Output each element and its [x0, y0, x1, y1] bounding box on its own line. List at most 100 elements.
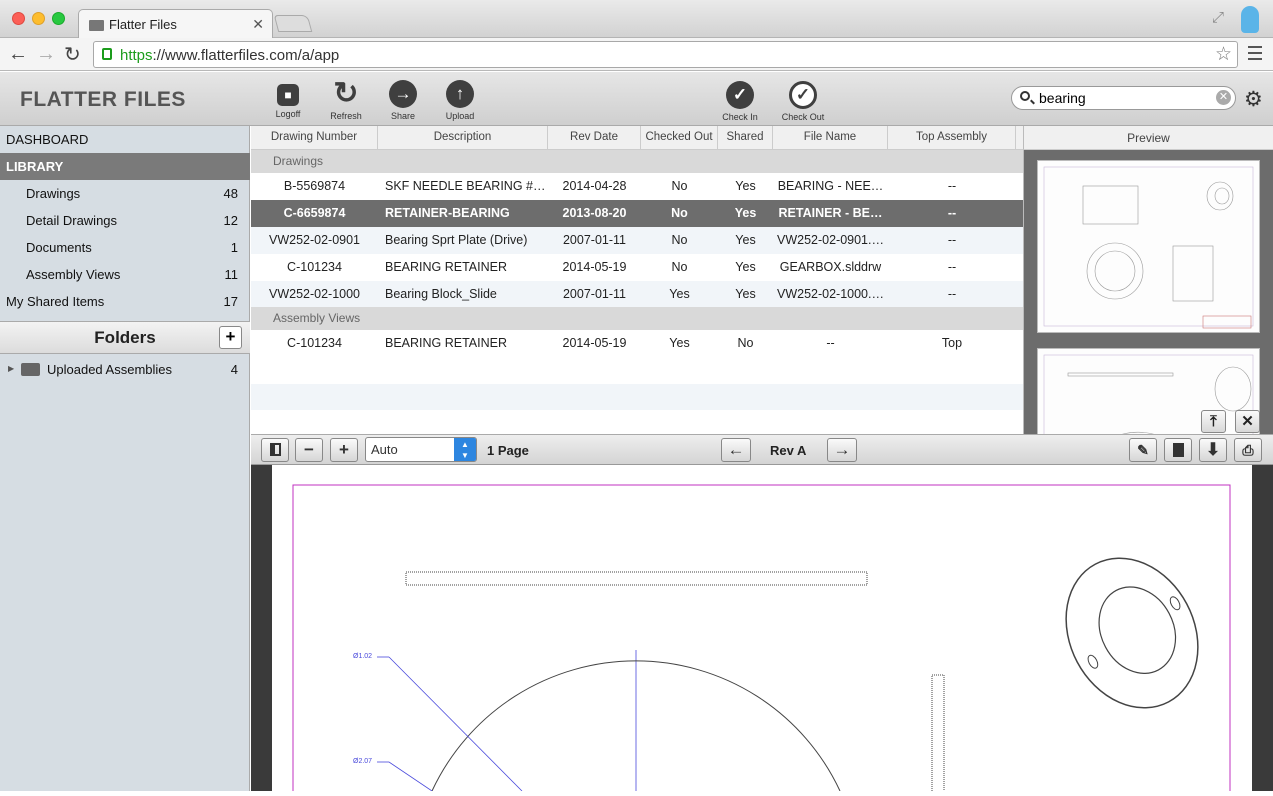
- next-rev-button[interactable]: →: [827, 438, 857, 462]
- column-file-name[interactable]: File Name: [773, 126, 888, 150]
- sidebar-item-label: Assembly Views: [26, 267, 121, 282]
- cell-description: Bearing Sprt Plate (Drive): [385, 233, 528, 247]
- download-button[interactable]: ⬇: [1199, 438, 1227, 462]
- close-tab-icon[interactable]: ✕: [252, 16, 264, 33]
- url-path: ://www.flatterfiles.com/a/app: [152, 47, 340, 64]
- clear-search-icon[interactable]: ✕: [1216, 90, 1231, 105]
- folder-icon: [89, 20, 104, 31]
- share-button[interactable]: → Share: [373, 80, 433, 121]
- sidebar-library-label: LIBRARY: [6, 159, 64, 174]
- sidebar-item-shared[interactable]: My Shared Items 17: [0, 288, 250, 315]
- check-outline-icon: ✓: [789, 81, 817, 109]
- document-icon: [1172, 443, 1184, 457]
- cell-rev-date: 2013-08-20: [562, 206, 627, 220]
- cell-drawing-number: C-101234: [287, 336, 342, 350]
- refresh-label: Refresh: [330, 111, 362, 121]
- cell-shared: No: [737, 336, 754, 350]
- folder-count: 4: [230, 362, 238, 377]
- column-checked-out[interactable]: Checked Out: [641, 126, 718, 150]
- table-row[interactable]: C-101234 BEARING RETAINER 2014-05-19 Yes…: [251, 330, 1023, 357]
- cad-drawing: [292, 484, 1231, 796]
- back-icon[interactable]: ←: [8, 43, 28, 66]
- preview-thumbnail[interactable]: [1037, 160, 1260, 333]
- column-rev-date[interactable]: Rev Date: [548, 126, 641, 150]
- cell-description: RETAINER-BEARING: [385, 206, 510, 220]
- forward-icon[interactable]: →: [36, 43, 56, 66]
- minimize-window-icon[interactable]: [32, 12, 45, 25]
- select-arrows-icon: ▲ ▼: [454, 438, 476, 461]
- edit-markup-button[interactable]: ✎: [1129, 438, 1157, 462]
- upload-button[interactable]: ↑ Upload: [430, 80, 490, 121]
- logoff-button[interactable]: ■ Logoff: [258, 80, 318, 119]
- table-row[interactable]: C-101234 BEARING RETAINER 2014-05-19 No …: [251, 254, 1023, 281]
- check-icon: ✓: [726, 81, 754, 109]
- browser-tab[interactable]: Flatter Files ✕: [78, 9, 273, 38]
- sidebar-item-assembly-views[interactable]: Assembly Views 11: [0, 261, 250, 288]
- bookmark-star-icon[interactable]: ☆: [1215, 43, 1232, 66]
- table-row-selected[interactable]: C-6659874 RETAINER-BEARING 2013-08-20 No…: [251, 200, 1023, 227]
- check-in-label: Check In: [722, 112, 758, 122]
- reload-icon[interactable]: ↻: [64, 42, 81, 67]
- viewer-margin-right: [1252, 465, 1273, 791]
- toggle-sidebar-button[interactable]: [261, 438, 289, 462]
- print-button[interactable]: ⎙: [1234, 438, 1262, 462]
- sidebar-item-documents[interactable]: Documents 1: [0, 234, 250, 261]
- page-count: 1 Page: [487, 443, 529, 458]
- zoom-window-icon[interactable]: [52, 12, 65, 25]
- table-row[interactable]: VW252-02-0901 Bearing Sprt Plate (Drive)…: [251, 227, 1023, 254]
- sidebar-toggle-icon: [269, 443, 281, 456]
- cell-rev-date: 2014-05-19: [562, 336, 627, 350]
- sidebar-item-count: 12: [223, 213, 238, 228]
- zoom-in-button[interactable]: +: [330, 438, 358, 462]
- table-row[interactable]: VW252-02-1000 Bearing Block_Slide 2007-0…: [251, 281, 1023, 308]
- cell-shared: Yes: [735, 233, 756, 247]
- search-field[interactable]: bearing ✕: [1011, 86, 1236, 110]
- upload-arrow-icon: ↑: [446, 80, 474, 108]
- fullscreen-icon[interactable]: ⤢: [1212, 9, 1224, 26]
- preview-header: Preview: [1023, 126, 1273, 150]
- cell-drawing-number: B-5569874: [283, 179, 346, 193]
- drawing-sheet: Ø1.02 Ø2.07: [272, 465, 1252, 796]
- sidebar-dashboard[interactable]: DASHBOARD: [0, 126, 250, 153]
- empty-row: [251, 384, 1023, 410]
- viewer-margin-left: [251, 465, 272, 791]
- preview-thumbnail[interactable]: [1037, 348, 1260, 434]
- check-out-label: Check Out: [781, 112, 825, 122]
- add-folder-button[interactable]: +: [219, 326, 242, 349]
- collapse-preview-button[interactable]: ⤒: [1201, 410, 1226, 433]
- cell-checked-out: No: [671, 206, 688, 220]
- check-in-button[interactable]: ✓ Check In: [710, 81, 770, 122]
- table-row[interactable]: B-5569874 SKF NEEDLE BEARING #… 2014-04-…: [251, 173, 1023, 200]
- sidebar-item-detail-drawings[interactable]: Detail Drawings 12: [0, 207, 250, 234]
- close-preview-button[interactable]: ✕: [1235, 410, 1260, 433]
- lock-icon: [102, 48, 112, 60]
- close-window-icon[interactable]: [12, 12, 25, 25]
- cell-description: SKF NEEDLE BEARING #…: [385, 179, 545, 193]
- previous-rev-button[interactable]: ←: [721, 438, 751, 462]
- profile-avatar-icon[interactable]: [1241, 6, 1259, 33]
- revision-label: Rev A: [770, 443, 807, 458]
- zoom-select[interactable]: Auto ▲ ▼: [365, 437, 477, 462]
- url-field[interactable]: https://www.flatterfiles.com/a/app ☆: [93, 41, 1238, 68]
- sidebar-library[interactable]: LIBRARY: [0, 153, 250, 180]
- logoff-label: Logoff: [275, 109, 301, 119]
- column-description[interactable]: Description: [378, 126, 548, 150]
- column-top-assembly[interactable]: Top Assembly: [888, 126, 1016, 150]
- zoom-out-button[interactable]: −: [295, 438, 323, 462]
- cell-top-assembly: --: [947, 233, 957, 247]
- cell-file-name: BEARING - NEE…: [777, 179, 884, 193]
- new-tab-button[interactable]: [273, 15, 313, 32]
- expand-triangle-icon[interactable]: ▶: [8, 364, 14, 373]
- refresh-button[interactable]: ↻ Refresh: [316, 79, 376, 122]
- column-drawing-number[interactable]: Drawing Number: [251, 126, 378, 150]
- check-out-button[interactable]: ✓ Check Out: [773, 81, 833, 122]
- sidebar-item-drawings[interactable]: Drawings 48: [0, 180, 250, 207]
- cell-checked-out: Yes: [669, 336, 690, 350]
- cell-file-name: --: [826, 336, 835, 350]
- browser-menu-icon[interactable]: [1248, 46, 1262, 60]
- column-shared[interactable]: Shared: [718, 126, 773, 150]
- document-button[interactable]: [1164, 438, 1192, 462]
- settings-gear-icon[interactable]: ⚙: [1244, 87, 1263, 112]
- cell-rev-date: 2007-01-11: [562, 233, 626, 247]
- folder-item-uploaded-assemblies[interactable]: ▶ Uploaded Assemblies 4: [0, 356, 250, 383]
